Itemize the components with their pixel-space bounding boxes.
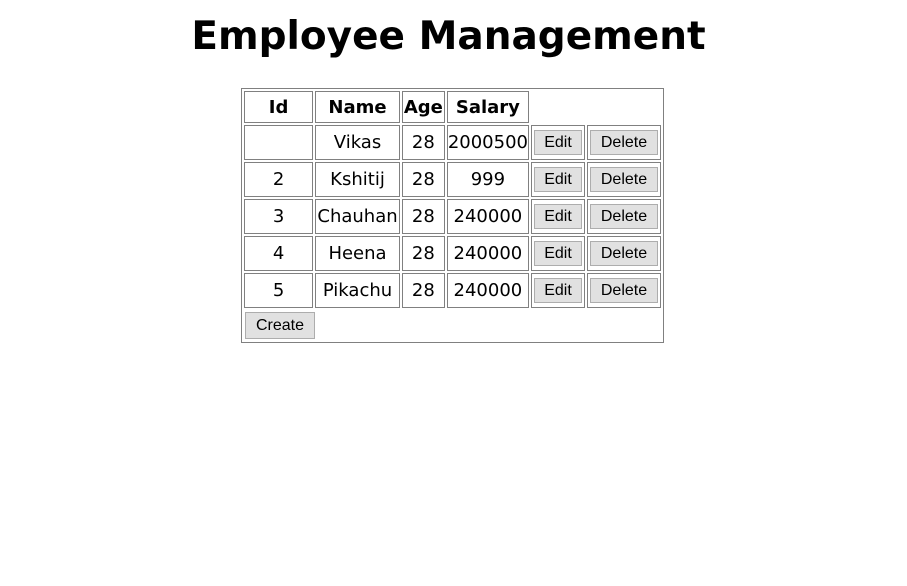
- table-row: 5 Pikachu 28 240000 Edit Delete: [244, 273, 661, 308]
- cell-name: Pikachu: [315, 273, 400, 308]
- cell-id: 4: [244, 236, 314, 271]
- edit-button[interactable]: Edit: [534, 278, 582, 303]
- edit-cell: Edit: [531, 236, 585, 271]
- page-title: Employee Management: [191, 14, 706, 59]
- header-name: Name: [315, 91, 400, 123]
- cell-age: 28: [401, 125, 445, 160]
- create-cell: Create: [244, 310, 661, 340]
- cell-id: 5: [244, 273, 314, 308]
- cell-id: 2: [244, 162, 314, 197]
- edit-button[interactable]: Edit: [534, 241, 582, 266]
- delete-cell: Delete: [587, 162, 661, 197]
- edit-cell: Edit: [531, 125, 585, 160]
- cell-salary: 240000: [446, 273, 529, 308]
- create-row: Create: [244, 310, 661, 340]
- table-row: 4 Heena 28 240000 Edit Delete: [244, 236, 661, 271]
- table-header-row: Id Name Age Salary: [244, 91, 661, 123]
- cell-age: 28: [401, 273, 445, 308]
- cell-salary: 999: [446, 162, 529, 197]
- delete-cell: Delete: [587, 125, 661, 160]
- delete-cell: Delete: [587, 273, 661, 308]
- create-button[interactable]: Create: [245, 312, 315, 339]
- edit-button[interactable]: Edit: [534, 204, 582, 229]
- header-id: Id: [244, 91, 314, 123]
- cell-age: 28: [401, 236, 445, 271]
- header-age: Age: [401, 91, 445, 123]
- edit-cell: Edit: [531, 273, 585, 308]
- header-spacer: [587, 91, 661, 123]
- delete-cell: Delete: [587, 236, 661, 271]
- delete-button[interactable]: Delete: [590, 167, 658, 192]
- cell-salary: 240000: [446, 199, 529, 234]
- cell-name: Heena: [315, 236, 400, 271]
- table-row: 2 Kshitij 28 999 Edit Delete: [244, 162, 661, 197]
- delete-button[interactable]: Delete: [590, 241, 658, 266]
- cell-name: Chauhan: [315, 199, 400, 234]
- employee-table: Id Name Age Salary Vikas 28 2000500 Edit…: [241, 88, 664, 343]
- cell-id: [244, 125, 314, 160]
- table-row: Vikas 28 2000500 Edit Delete: [244, 125, 661, 160]
- edit-button[interactable]: Edit: [534, 130, 582, 155]
- cell-age: 28: [401, 199, 445, 234]
- cell-salary: 2000500: [446, 125, 529, 160]
- cell-name: Kshitij: [315, 162, 400, 197]
- header-salary: Salary: [446, 91, 529, 123]
- delete-button[interactable]: Delete: [590, 204, 658, 229]
- cell-age: 28: [401, 162, 445, 197]
- edit-button[interactable]: Edit: [534, 167, 582, 192]
- cell-name: Vikas: [315, 125, 400, 160]
- delete-cell: Delete: [587, 199, 661, 234]
- edit-cell: Edit: [531, 199, 585, 234]
- edit-cell: Edit: [531, 162, 585, 197]
- cell-id: 3: [244, 199, 314, 234]
- delete-button[interactable]: Delete: [590, 130, 658, 155]
- header-spacer: [531, 91, 585, 123]
- delete-button[interactable]: Delete: [590, 278, 658, 303]
- cell-salary: 240000: [446, 236, 529, 271]
- table-row: 3 Chauhan 28 240000 Edit Delete: [244, 199, 661, 234]
